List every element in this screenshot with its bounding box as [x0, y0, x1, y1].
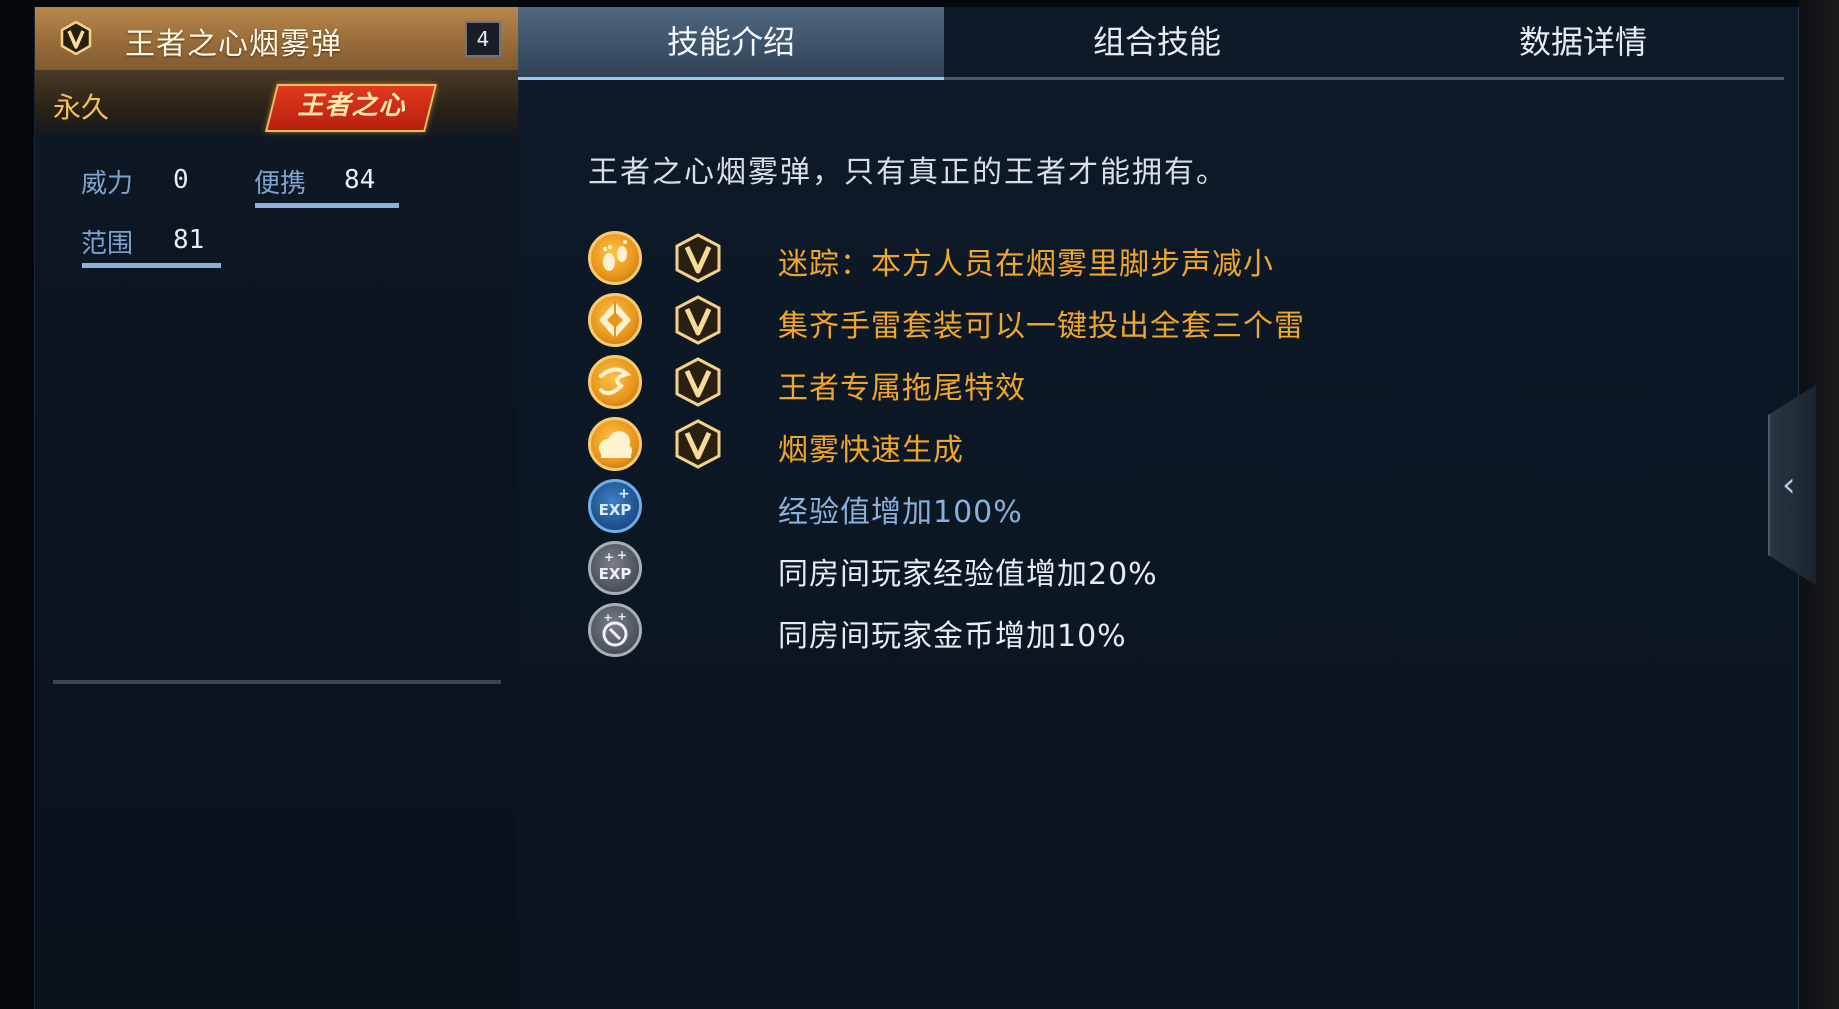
item-duration: 永久: [53, 91, 110, 124]
brand-badge-label: 王者之心: [297, 91, 406, 121]
skill-text: 同房间玩家金币增加10%: [778, 619, 1127, 654]
chevron-left-icon: ‹: [1782, 465, 1796, 505]
vip-v-icon: [675, 295, 721, 345]
smoke-icon: [588, 417, 642, 471]
svg-text:EXP: EXP: [599, 565, 632, 583]
svg-text:+: +: [603, 611, 612, 624]
vip-v-icon: [675, 233, 721, 283]
skill-row: EXP + 经验值增加100%: [588, 477, 1688, 535]
stat-power-label: 威力: [81, 169, 134, 199]
svg-text:+: +: [604, 550, 614, 564]
skill-row: 迷踪：本方人员在烟雾里脚步声减小: [588, 229, 1688, 287]
skill-text: 烟雾快速生成: [778, 433, 964, 468]
stat-range-bar: [82, 263, 221, 268]
tab-bar: 技能介绍 组合技能 数据详情: [518, 7, 1784, 80]
skill-text: 迷踪：本方人员在烟雾里脚步声减小: [778, 247, 1274, 282]
stat-range-value: 81: [173, 225, 205, 255]
tab-data-details[interactable]: 数据详情: [1370, 7, 1796, 77]
skill-row: 王者专属拖尾特效: [588, 353, 1688, 411]
grenade-set-icon: [588, 293, 642, 347]
room-coin-icon: + +: [588, 603, 642, 657]
vip-v-icon: [60, 21, 92, 55]
stat-portable-value: 84: [344, 165, 376, 195]
skill-row: + + 同房间玩家金币增加10%: [588, 601, 1688, 659]
left-panel-divider: [53, 680, 501, 684]
item-info-panel: 王者之心烟雾弹 4 永久 王者之心 威力 0 便携 84 范围 81: [34, 7, 519, 1009]
vip-v-icon: [675, 419, 721, 469]
vip-v-icon: [675, 357, 721, 407]
collapse-side-tab[interactable]: ‹: [1768, 385, 1816, 585]
item-header: 王者之心烟雾弹 4: [35, 7, 519, 71]
exp-plus-icon: EXP +: [588, 479, 642, 533]
skill-detail-panel: 技能介绍 组合技能 数据详情 王者之心烟雾弹，只有真正的王者才能拥有。 迷踪：本…: [518, 7, 1799, 1009]
svg-text:+: +: [617, 610, 626, 623]
skill-text: 经验值增加100%: [778, 495, 1023, 530]
stat-portable-bar: [255, 203, 399, 208]
skill-text: 王者专属拖尾特效: [778, 371, 1026, 406]
tab-combo-skills[interactable]: 组合技能: [944, 7, 1370, 77]
item-subheader: 永久 王者之心: [35, 70, 519, 136]
stat-power-value: 0: [173, 165, 189, 195]
skill-text: 集齐手雷套装可以一键投出全套三个雷: [778, 309, 1305, 344]
svg-text:+: +: [617, 548, 627, 562]
tab-skill-intro[interactable]: 技能介绍: [518, 7, 944, 80]
room-exp-icon: EXP + +: [588, 541, 642, 595]
item-level-badge: 4: [465, 21, 501, 57]
skill-text: 同房间玩家经验值增加20%: [778, 557, 1158, 592]
skill-row: 烟雾快速生成: [588, 415, 1688, 473]
svg-text:+: +: [618, 486, 630, 502]
trail-icon: [588, 355, 642, 409]
footprint-icon: [588, 231, 642, 285]
brand-badge: 王者之心: [265, 84, 437, 132]
item-description: 王者之心烟雾弹，只有真正的王者才能拥有。: [588, 155, 1228, 190]
skill-row: 集齐手雷套装可以一键投出全套三个雷: [588, 291, 1688, 349]
stat-range-label: 范围: [81, 229, 134, 259]
stat-portable-label: 便携: [254, 169, 307, 199]
item-name: 王者之心烟雾弹: [125, 27, 342, 62]
svg-text:EXP: EXP: [599, 501, 632, 519]
skill-row: EXP + + 同房间玩家经验值增加20%: [588, 539, 1688, 597]
